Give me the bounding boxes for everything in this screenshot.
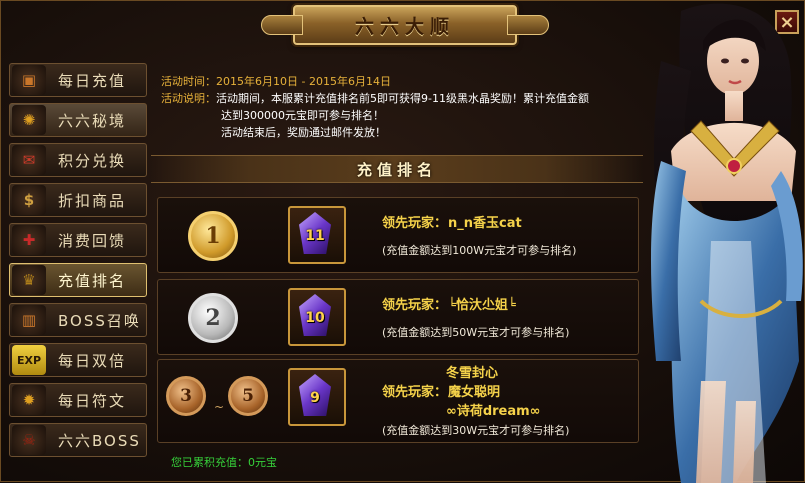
leader-name: 冬雪封心 bbox=[446, 366, 499, 381]
bronze-medal-icon: 3 bbox=[166, 376, 206, 416]
window-title: 六六大顺 bbox=[354, 15, 455, 38]
event-time-value: 2015年6月10日 - 2015年6月14日 bbox=[216, 75, 391, 88]
demon-mask-icon: ☠ bbox=[12, 425, 46, 455]
sidebar-item-label: 每日双倍 bbox=[58, 351, 127, 370]
rank-row-2: 2 10 领先玩家： ╘恰汏尐姐╘ (充值金额达到50W元宝才可参与排名) bbox=[157, 279, 639, 355]
sun-emblem-icon: ✺ bbox=[12, 105, 46, 135]
silver-medal-icon: 2 bbox=[188, 293, 238, 343]
exp-icon: EXP bbox=[12, 345, 46, 375]
sidebar-item-label: 积分兑换 bbox=[58, 151, 127, 170]
sidebar-item-label: 六六秘境 bbox=[58, 111, 127, 130]
event-desc-line3: 活动结束后，奖励通过邮件发放！ bbox=[221, 126, 386, 139]
leader-label: 领先玩家： bbox=[382, 385, 448, 400]
bronze-medal-icon: 5 bbox=[228, 376, 268, 416]
trophy-icon: ♛ bbox=[12, 265, 46, 295]
gold-medal-icon: 1 bbox=[188, 211, 238, 261]
event-desc-line2: 达到300000元宝即可参与排名！ bbox=[221, 109, 384, 122]
sidebar-item[interactable]: ♛ 充值排名 bbox=[9, 263, 147, 297]
character-illustration bbox=[651, 3, 803, 483]
leader-name: 魔女聪明 bbox=[448, 385, 501, 400]
event-time-label: 活动时间： bbox=[161, 75, 216, 88]
sidebar-item[interactable]: ✺ 六六秘境 bbox=[9, 103, 147, 137]
sidebar-item[interactable]: ✹ 每日符文 bbox=[9, 383, 147, 417]
sidebar-item[interactable]: ▣ 每日充值 bbox=[9, 63, 147, 97]
leader-name: n_n香玉cat bbox=[448, 216, 522, 231]
sidebar-item-label: 每日符文 bbox=[58, 391, 127, 410]
character-portrait bbox=[641, 1, 805, 483]
event-info: 活动时间：2015年6月10日 - 2015年6月14日 活动说明：活动期间，本… bbox=[161, 73, 641, 141]
sidebar-item-label: 充值排名 bbox=[58, 271, 127, 290]
sidebar-item-label: 消费回馈 bbox=[58, 231, 127, 250]
gem-level: 10 bbox=[305, 310, 325, 326]
gem-level: 9 bbox=[310, 390, 320, 406]
rank-requirement: (充值金额达到30W元宝才可参与排名) bbox=[382, 424, 570, 437]
chest-icon: ▥ bbox=[12, 305, 46, 335]
leader-label: 领先玩家： bbox=[382, 298, 448, 313]
ranking-header-text: 充值排名 bbox=[356, 160, 437, 179]
gift-box-icon: ✚ bbox=[12, 225, 46, 255]
event-desc-label: 活动说明： bbox=[161, 92, 216, 105]
treasure-chest-icon: ▣ bbox=[12, 65, 46, 95]
money-bag-icon: $ bbox=[12, 185, 46, 215]
sidebar-item-label: 每日充值 bbox=[58, 71, 127, 90]
sidebar-item[interactable]: EXP 每日双倍 bbox=[9, 343, 147, 377]
ranking-header: 充值排名 bbox=[151, 155, 643, 183]
sidebar-item-label: BOSS召唤 bbox=[58, 311, 141, 330]
leader-name: ╘恰汏尐姐╘ bbox=[448, 298, 516, 313]
total-recharge: 您已累积充值：0元宝 bbox=[171, 456, 277, 469]
sidebar-item[interactable]: ✉ 积分兑换 bbox=[9, 143, 147, 177]
title-plaque: 六六大顺 bbox=[261, 5, 549, 45]
gem-level: 11 bbox=[305, 228, 325, 244]
leader-label: 领先玩家： bbox=[382, 216, 448, 231]
event-desc-line1: 活动期间，本服累计充值排名前5即可获得9-11级黑水晶奖励！累计充值金额 bbox=[216, 92, 589, 105]
rank-requirement: (充值金额达到100W元宝才可参与排名) bbox=[382, 244, 577, 257]
rune-icon: ✹ bbox=[12, 385, 46, 415]
black-crystal-reward[interactable]: 10 bbox=[288, 288, 346, 346]
rank-requirement: (充值金额达到50W元宝才可参与排名) bbox=[382, 326, 570, 339]
main-content: 活动时间：2015年6月10日 - 2015年6月14日 活动说明：活动期间，本… bbox=[151, 63, 643, 478]
sidebar-item[interactable]: ▥ BOSS召唤 bbox=[9, 303, 147, 337]
sidebar-item[interactable]: $ 折扣商品 bbox=[9, 183, 147, 217]
rank-range-separator: ~ bbox=[214, 400, 225, 414]
rank-row-3-5: 3 ~ 5 9 冬雪封心 领先玩家： 魔女聪明 ∞诗荷dream∞ (充值金额达… bbox=[157, 359, 639, 443]
event-window: 六六大顺 × ▣ 每日充值 ✺ 六六秘境 ✉ 积分兑换 $ 折扣商品 ✚ 消费回馈 ♛ 充值排名 ▥ BO… bbox=[0, 0, 805, 483]
gift-scroll-icon: ✉ bbox=[12, 145, 46, 175]
leader-name: ∞诗荷dream∞ bbox=[446, 404, 541, 419]
black-crystal-reward[interactable]: 9 bbox=[288, 368, 346, 426]
rank-row-1: 1 11 领先玩家： n_n香玉cat (充值金额达到100W元宝才可参与排名) bbox=[157, 197, 639, 273]
sidebar: ▣ 每日充值 ✺ 六六秘境 ✉ 积分兑换 $ 折扣商品 ✚ 消费回馈 ♛ 充值排名 ▥ BOSS召唤 EXP… bbox=[9, 63, 147, 463]
black-crystal-reward[interactable]: 11 bbox=[288, 206, 346, 264]
sidebar-item-label: 折扣商品 bbox=[58, 191, 127, 210]
sidebar-item[interactable]: ✚ 消费回馈 bbox=[9, 223, 147, 257]
sidebar-item-label: 六六BOSS bbox=[58, 431, 141, 450]
sidebar-item[interactable]: ☠ 六六BOSS bbox=[9, 423, 147, 457]
